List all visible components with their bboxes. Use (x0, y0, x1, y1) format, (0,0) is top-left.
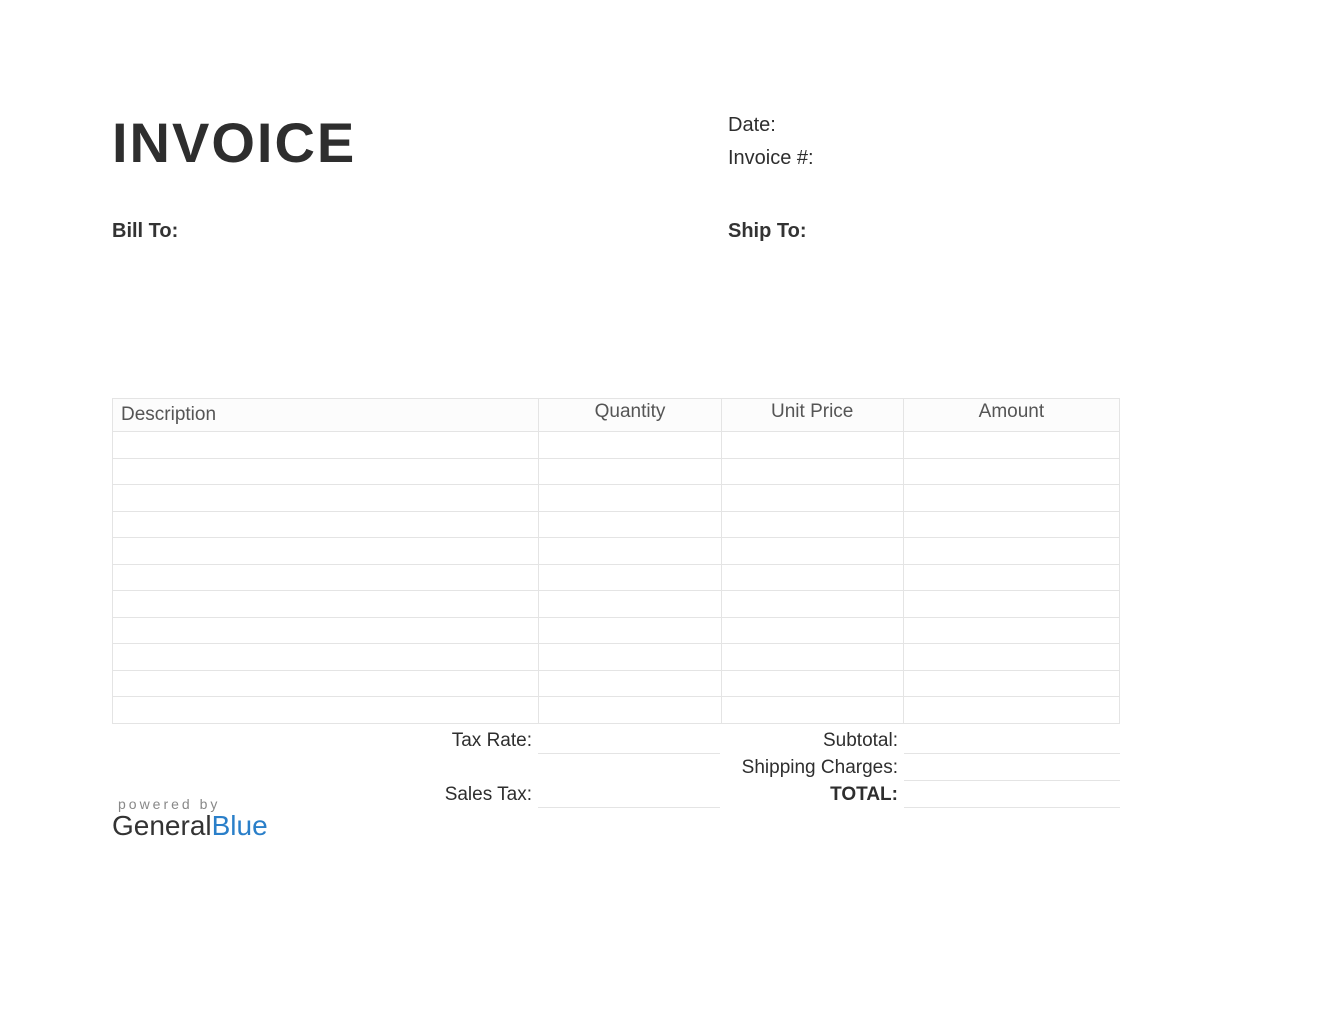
shipping-line: Shipping Charges: (720, 755, 1120, 782)
table-cell[interactable] (721, 617, 903, 644)
header-amount: Amount (903, 399, 1119, 432)
table-cell[interactable] (903, 432, 1119, 459)
table-cell[interactable] (721, 538, 903, 565)
table-cell[interactable] (903, 697, 1119, 724)
header-description: Description (113, 399, 539, 432)
table-cell[interactable] (539, 485, 721, 512)
table-cell[interactable] (113, 591, 539, 618)
total-line: TOTAL: (720, 782, 1120, 809)
table-cell[interactable] (113, 432, 539, 459)
subtotal-value[interactable] (904, 728, 1120, 754)
tax-rate-value[interactable] (538, 728, 720, 754)
table-cell[interactable] (113, 485, 539, 512)
addresses-row: Bill To: Ship To: (112, 220, 1120, 243)
ship-to-label: Ship To: (728, 220, 1120, 243)
table-cell[interactable] (539, 644, 721, 671)
brand-second: Blue (212, 810, 268, 841)
table-cell[interactable] (539, 617, 721, 644)
table-cell[interactable] (903, 670, 1119, 697)
table-cell[interactable] (113, 511, 539, 538)
table-cell[interactable] (539, 564, 721, 591)
table-cell[interactable] (903, 564, 1119, 591)
table-cell[interactable] (721, 485, 903, 512)
table-cell[interactable] (113, 617, 539, 644)
spacer-line (112, 755, 720, 782)
table-cell[interactable] (903, 458, 1119, 485)
footer: powered by GeneralBlue (112, 796, 268, 842)
table-row (113, 670, 1120, 697)
table-cell[interactable] (721, 670, 903, 697)
table-cell[interactable] (721, 564, 903, 591)
table-row (113, 697, 1120, 724)
table-cell[interactable] (721, 697, 903, 724)
totals-right: Subtotal: Shipping Charges: TOTAL: (720, 728, 1120, 809)
table-cell[interactable] (113, 644, 539, 671)
tax-rate-label: Tax Rate: (112, 730, 538, 752)
brand-logo: GeneralBlue (112, 810, 268, 842)
table-cell[interactable] (113, 697, 539, 724)
shipping-value[interactable] (904, 755, 1120, 781)
bill-to-label: Bill To: (112, 220, 728, 243)
table-cell[interactable] (539, 511, 721, 538)
table-cell[interactable] (721, 511, 903, 538)
table-row (113, 564, 1120, 591)
invoice-number-label: Invoice #: (728, 147, 1120, 170)
table-cell[interactable] (721, 644, 903, 671)
subtotal-line: Subtotal: (720, 728, 1120, 755)
table-cell[interactable] (539, 538, 721, 565)
date-label: Date: (728, 114, 1120, 137)
sales-tax-value[interactable] (538, 782, 720, 808)
table-cell[interactable] (539, 458, 721, 485)
table-cell[interactable] (903, 644, 1119, 671)
invoice-meta: Date: Invoice #: (728, 110, 1120, 180)
table-cell[interactable] (539, 432, 721, 459)
tax-rate-line: Tax Rate: (112, 728, 720, 755)
brand-first: General (112, 810, 212, 841)
total-value[interactable] (904, 782, 1120, 808)
header-row: INVOICE Date: Invoice #: (112, 110, 1120, 180)
shipping-label: Shipping Charges: (720, 757, 904, 779)
table-cell[interactable] (903, 485, 1119, 512)
table-cell[interactable] (721, 458, 903, 485)
table-row (113, 432, 1120, 459)
invoice-page: INVOICE Date: Invoice #: Bill To: Ship T… (112, 0, 1120, 809)
table-cell[interactable] (539, 670, 721, 697)
header-unit-price: Unit Price (721, 399, 903, 432)
table-cell[interactable] (113, 670, 539, 697)
table-cell[interactable] (113, 458, 539, 485)
table-cell[interactable] (903, 617, 1119, 644)
table-row (113, 591, 1120, 618)
table-cell[interactable] (721, 432, 903, 459)
table-cell[interactable] (903, 538, 1119, 565)
table-row (113, 485, 1120, 512)
table-cell[interactable] (721, 591, 903, 618)
table-cell[interactable] (903, 591, 1119, 618)
invoice-title: INVOICE (112, 110, 728, 180)
total-label: TOTAL: (720, 784, 904, 806)
table-row (113, 617, 1120, 644)
table-row (113, 538, 1120, 565)
table-cell[interactable] (539, 591, 721, 618)
table-row (113, 458, 1120, 485)
table-header-row: Description Quantity Unit Price Amount (113, 399, 1120, 432)
table-cell[interactable] (539, 697, 721, 724)
header-quantity: Quantity (539, 399, 721, 432)
line-items-table: Description Quantity Unit Price Amount (112, 398, 1120, 724)
table-cell[interactable] (113, 538, 539, 565)
table-cell[interactable] (113, 564, 539, 591)
subtotal-label: Subtotal: (720, 730, 904, 752)
table-row (113, 511, 1120, 538)
table-cell[interactable] (903, 511, 1119, 538)
table-row (113, 644, 1120, 671)
